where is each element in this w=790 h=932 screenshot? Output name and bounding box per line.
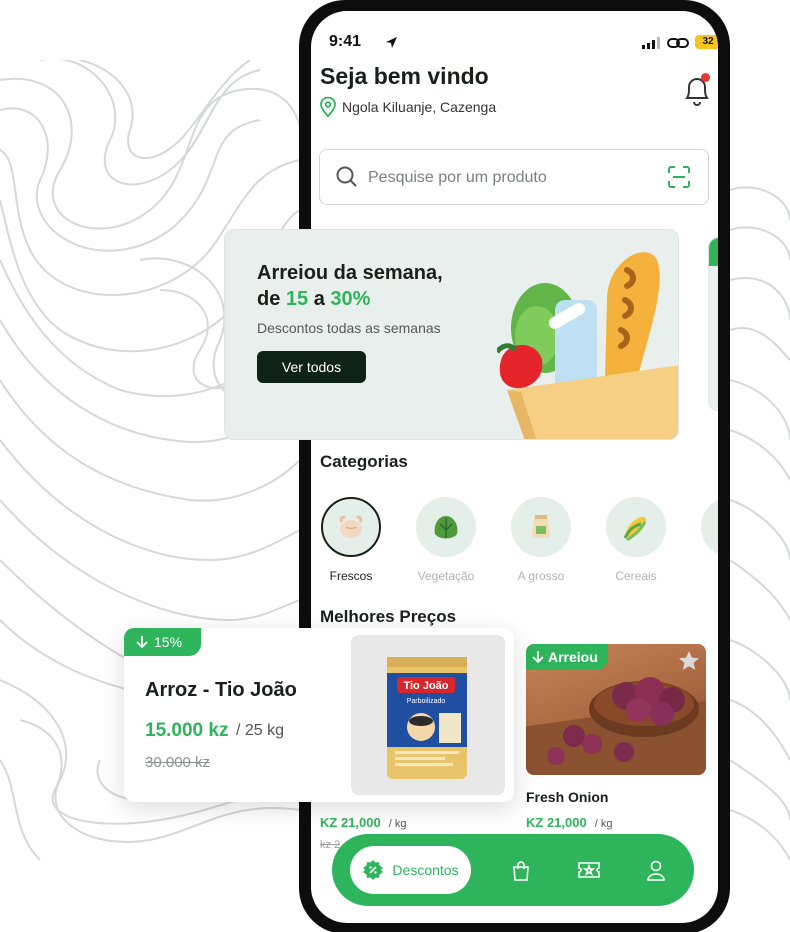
product-price: KZ 21,000 (320, 815, 381, 830)
location-text: Ngola Kiluanje, Cazenga (342, 99, 497, 115)
promo-subtitle: Descontos todas as semanas (257, 320, 441, 336)
map-pin-icon (320, 97, 336, 117)
weekly-promo-card: Arreiou da semana, de 15 a 30% Descontos… (224, 229, 679, 440)
package-brand: Tio João (403, 680, 448, 692)
location-arrow-icon (386, 37, 397, 48)
category-label: A grosso (517, 569, 565, 583)
featured-product-card[interactable]: 15% Arroz - Tio João 15.000 kz / 25 kg 3… (124, 628, 514, 802)
category-list: Frescos Vegetação A grosso Cereais Pa (321, 497, 718, 583)
package-subtitle: Parboilizado (407, 698, 446, 705)
sack-icon (532, 515, 550, 538)
chicken-icon (339, 515, 363, 538)
promo-range: de 15 a 30% (257, 288, 371, 310)
bottom-navigation: Descontos (332, 834, 694, 906)
promo-from: 15 (285, 288, 309, 310)
category-pa[interactable]: Pa (701, 497, 718, 583)
category-vegetacao[interactable]: Vegetação (416, 497, 476, 583)
promo-to: 30% (330, 288, 371, 310)
search-bar (319, 149, 709, 205)
battery-indicator: 32 (695, 35, 718, 49)
product-old-price: 30.000 kz (145, 754, 211, 771)
nav-discounts-button[interactable]: Descontos (350, 846, 471, 894)
product-price: 15.000 kz (145, 720, 229, 741)
nav-discounts-label: Descontos (392, 862, 459, 878)
category-a-grosso[interactable]: A grosso (511, 497, 571, 583)
discount-badge: 15% (124, 628, 201, 656)
discount-icon (363, 860, 384, 880)
product-unit: / kg (388, 818, 407, 830)
page-title: Seja bem vindo (320, 63, 489, 89)
product-price-row: KZ 21,000 / kg (320, 815, 406, 830)
barcode-scan-icon[interactable] (668, 166, 690, 188)
profile-icon[interactable] (646, 860, 666, 882)
notification-button[interactable] (682, 73, 714, 107)
best-prices-title: Melhores Preços (320, 607, 457, 626)
rice-package-image: Tio João Parboilizado (387, 657, 467, 779)
shopping-bag-icon[interactable] (510, 860, 532, 882)
grocery-bag-illustration (497, 252, 678, 439)
promo-title: Arreiou da semana, (257, 262, 443, 284)
deal-badge: Arreiou (526, 644, 608, 670)
status-bar: 9:41 32 (329, 33, 718, 53)
product-price: KZ 21,000 (526, 815, 587, 830)
link-icon (667, 38, 689, 48)
categories-title: Categorias (320, 452, 408, 471)
search-icon (336, 166, 357, 187)
category-cereais[interactable]: Cereais (606, 497, 666, 583)
search-input[interactable] (368, 164, 648, 192)
see-all-button[interactable]: Ver todos (257, 351, 366, 383)
favorite-star-icon[interactable] (678, 650, 700, 672)
product-image: Tio João Parboilizado (351, 635, 505, 795)
product-image-onion[interactable]: Arreiou (526, 644, 706, 775)
product-name: Fresh Onion (526, 789, 609, 805)
product-name: Arroz - Tio João (145, 679, 297, 701)
lettuce-icon (434, 516, 458, 539)
signal-icon (642, 37, 660, 49)
next-promo-card-peek[interactable] (708, 237, 718, 411)
product-unit: / 25 kg (236, 722, 285, 739)
category-label: Pa (701, 569, 718, 583)
bread-icon (714, 510, 718, 544)
ticket-icon[interactable] (577, 860, 601, 880)
category-label: Frescos (329, 569, 373, 583)
category-label: Vegetação (417, 569, 475, 583)
category-label: Cereais (615, 569, 657, 583)
category-frescos[interactable]: Frescos (321, 497, 381, 583)
notification-dot (701, 73, 710, 82)
product-unit: / kg (594, 818, 613, 830)
corn-icon (623, 516, 647, 542)
location-selector[interactable]: Ngola Kiluanje, Cazenga (320, 97, 496, 117)
arrow-down-icon (532, 651, 544, 664)
status-time: 9:41 (329, 33, 362, 50)
arrow-down-icon (136, 636, 148, 649)
product-price-row: KZ 21,000 / kg (526, 815, 612, 830)
